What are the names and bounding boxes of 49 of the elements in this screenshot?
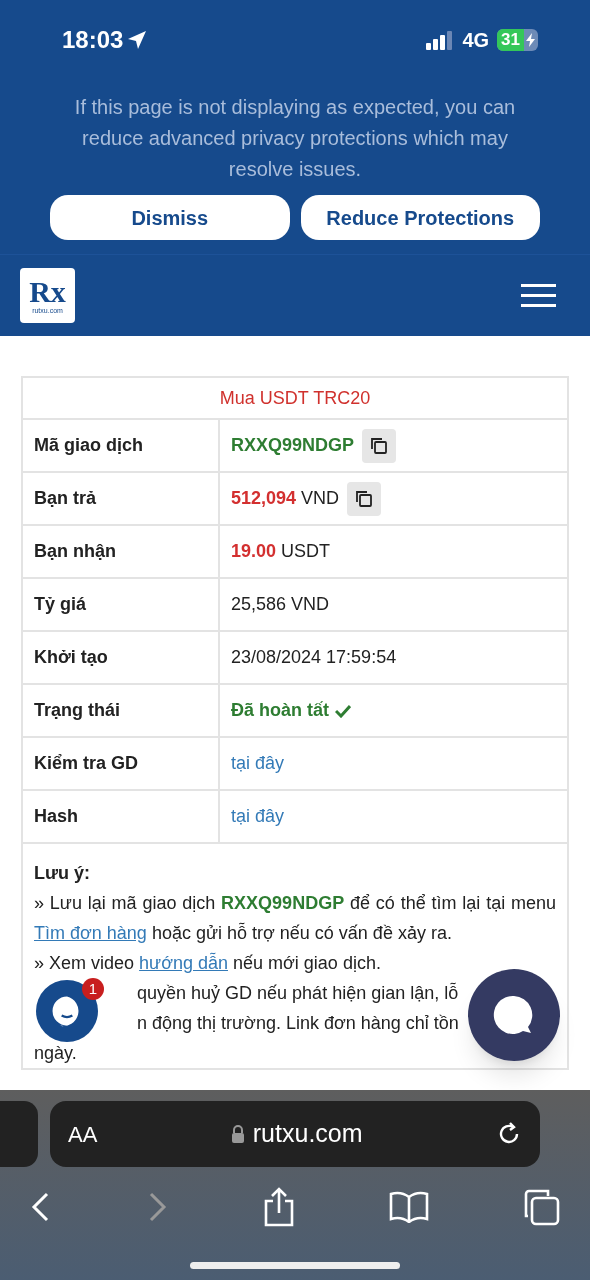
note-paragraph: » Xem video hướng dẫn nếu mới giao dịch. xyxy=(34,951,382,975)
note-text: n động thị trường. Link đơn hàng chỉ tồn xyxy=(137,1012,459,1035)
copy-icon xyxy=(354,488,375,509)
note-text: quyền huỷ GD nếu phát hiện gian lận, lỗ xyxy=(137,981,459,1005)
share-icon[interactable] xyxy=(263,1187,295,1227)
value-text: 23/08/2024 17:59:54 xyxy=(231,646,397,669)
link[interactable]: tại đây xyxy=(231,750,285,777)
battery-indicator: 31 xyxy=(497,29,538,51)
menu-button[interactable] xyxy=(521,284,556,307)
lock-icon xyxy=(230,1125,245,1143)
tabs-icon[interactable] xyxy=(522,1188,560,1226)
row-label: Hash xyxy=(34,805,78,828)
network-label: 4G xyxy=(462,28,490,53)
order-title: Mua USDT TRC20 xyxy=(23,378,567,420)
privacy-message: If this page is not displaying as expected, you can reduce advanced privacy protections which may resolve issues. xyxy=(73,95,517,182)
location-arrow-icon xyxy=(127,30,148,50)
value-text: 25,586 VND xyxy=(231,593,330,616)
dismiss-button[interactable]: Dismiss xyxy=(50,195,290,240)
notes-title: Lưu ý: xyxy=(34,862,92,885)
row-label: Kiểm tra GD xyxy=(34,752,139,775)
note-link[interactable]: hướng dẫn xyxy=(139,953,228,973)
note-paragraph: » Lưu lại mã giao dịch RXXQ99NDGP để có thể tìm lại tại menu Tìm đơn hàng hoặc gửi hỗ trợ nếu có vấn đề xảy ra. xyxy=(34,892,556,945)
reduce-protections-button[interactable]: Reduce Protections xyxy=(300,195,540,240)
url-text: rutxu.com xyxy=(252,1118,363,1150)
amount-value: 512,094 VND xyxy=(231,487,340,510)
address-bar[interactable]: AA rutxu.com xyxy=(50,1101,540,1167)
transaction-code: RXXQ99NDGP xyxy=(231,434,355,457)
note-link[interactable]: Tìm đơn hàng xyxy=(34,923,147,943)
row-label: Tỷ giá xyxy=(34,593,86,616)
row-label: Trạng thái xyxy=(34,699,120,722)
row-label: Bạn nhận xyxy=(34,540,116,563)
notification-badge: 1 xyxy=(82,978,104,1000)
book-icon[interactable] xyxy=(388,1191,429,1223)
copy-button[interactable] xyxy=(347,481,382,516)
text-size-button[interactable]: AA xyxy=(68,1117,98,1151)
status-text: Đã hoàn tất xyxy=(231,699,329,722)
link[interactable]: tại đây xyxy=(231,803,285,830)
row-label: Khởi tạo xyxy=(34,646,108,669)
copy-icon xyxy=(369,435,390,456)
row-label: Bạn trả xyxy=(34,487,96,510)
signal-icon xyxy=(426,30,455,50)
amount-value: 19.00 USDT xyxy=(231,540,331,563)
check-icon xyxy=(335,703,351,718)
row-label: Mã giao dịch xyxy=(34,434,143,457)
clock: 18:03 xyxy=(62,25,124,55)
copy-button[interactable] xyxy=(362,428,397,463)
tab-preview[interactable] xyxy=(0,1101,38,1167)
speech-bubble-icon xyxy=(493,994,535,1036)
note-text: ngày. xyxy=(34,1042,77,1065)
